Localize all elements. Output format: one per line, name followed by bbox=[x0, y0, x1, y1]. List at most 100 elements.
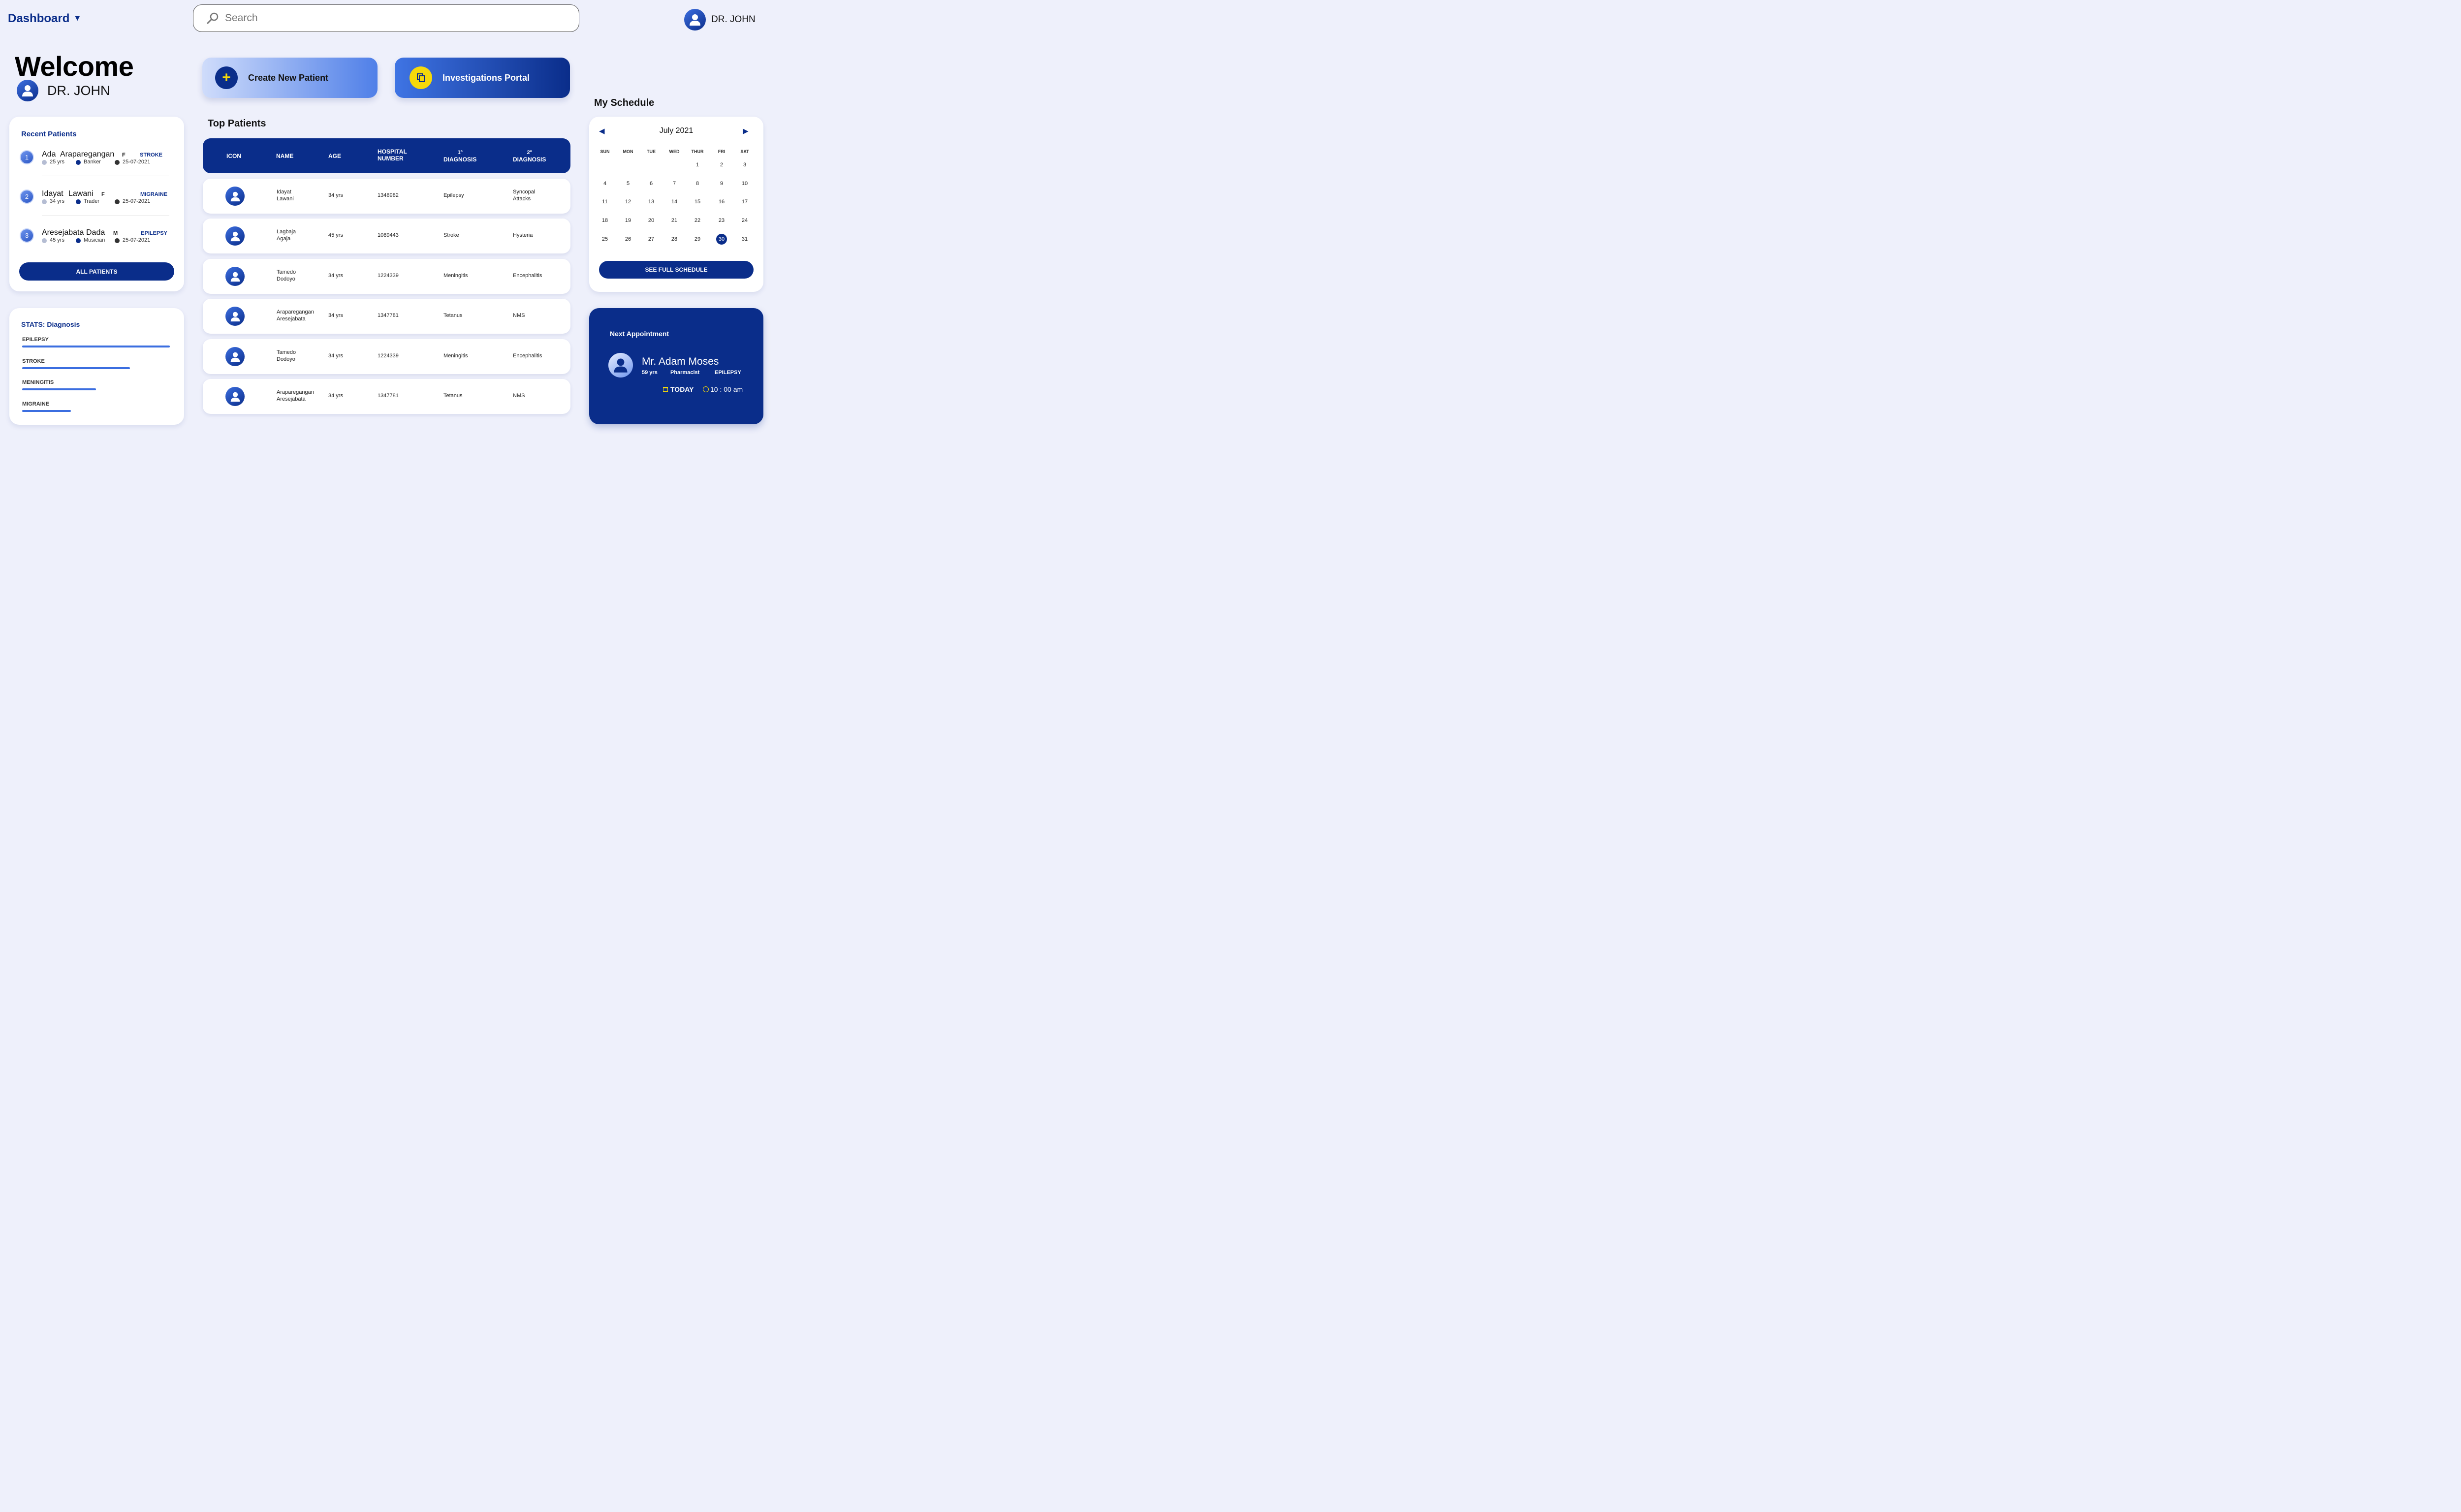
next-appointment-card[interactable]: Next Appointment Mr. Adam Moses 59 yrs P… bbox=[589, 308, 763, 424]
user-icon bbox=[614, 358, 628, 373]
investigations-portal-button[interactable]: Investigations Portal bbox=[395, 58, 570, 98]
date-dot bbox=[115, 199, 120, 204]
create-patient-button[interactable]: + Create New Patient bbox=[202, 58, 378, 98]
patient-first-name: Idayat bbox=[42, 189, 63, 198]
user-icon bbox=[230, 231, 240, 241]
all-patients-button[interactable]: ALL PATIENTS bbox=[19, 262, 174, 281]
avatar bbox=[17, 80, 38, 101]
user-icon bbox=[230, 392, 240, 402]
calendar-day[interactable]: 7 bbox=[667, 178, 681, 189]
avatar bbox=[608, 353, 633, 378]
calendar-day[interactable]: 13 bbox=[644, 196, 658, 207]
col-diagnosis-1: 1º DIAGNOSIS bbox=[443, 149, 476, 163]
weekday-header: SAT bbox=[740, 149, 749, 154]
patient-sex: F bbox=[101, 191, 105, 197]
calendar-day[interactable]: 11 bbox=[598, 196, 612, 207]
calendar-day[interactable]: 12 bbox=[621, 196, 635, 207]
patient-job: Musician bbox=[84, 237, 105, 243]
age-dot bbox=[42, 160, 47, 165]
calendar-day[interactable]: 1 bbox=[691, 159, 704, 170]
col-diagnosis-1-line2: DIAGNOSIS bbox=[443, 156, 477, 163]
calendar-day[interactable]: 26 bbox=[621, 234, 635, 245]
cell-hospital-number: 1224339 bbox=[378, 353, 399, 359]
cell-diagnosis-2: NMS bbox=[513, 393, 525, 399]
cell-hospital-number: 1347781 bbox=[378, 393, 399, 399]
patient-date: 25-07-2021 bbox=[123, 237, 151, 243]
calendar-day[interactable]: 15 bbox=[691, 196, 704, 207]
cell-age: 34 yrs bbox=[328, 393, 343, 399]
calendar-day[interactable]: 21 bbox=[667, 215, 681, 226]
cell-name-last: Aresejabata bbox=[277, 316, 306, 322]
calendar-day[interactable]: 17 bbox=[738, 196, 752, 207]
dashboard-title: Dashboard bbox=[8, 12, 70, 25]
avatar bbox=[225, 267, 245, 286]
plus-icon: + bbox=[215, 66, 238, 89]
calendar-day[interactable]: 4 bbox=[598, 178, 612, 189]
calendar-day[interactable]: 23 bbox=[715, 215, 728, 226]
age-dot bbox=[42, 238, 47, 243]
avatar bbox=[225, 347, 245, 366]
calendar-day[interactable]: 2 bbox=[715, 159, 728, 170]
search-input[interactable] bbox=[225, 12, 560, 24]
schedule-title: My Schedule bbox=[594, 97, 655, 108]
calendar-day-selected[interactable]: 30 bbox=[716, 234, 727, 245]
stat-label: STROKE bbox=[22, 358, 45, 364]
col-icon: ICON bbox=[226, 153, 241, 159]
cell-diagnosis-2-line2: Attacks bbox=[513, 196, 531, 202]
user-icon bbox=[22, 85, 33, 96]
investigations-label: Investigations Portal bbox=[442, 72, 530, 83]
calendar-day[interactable]: 24 bbox=[738, 215, 752, 226]
stat-label: MIGRAINE bbox=[22, 401, 49, 407]
user-icon bbox=[230, 272, 240, 282]
create-patient-label: Create New Patient bbox=[248, 72, 329, 83]
calendar-day[interactable]: 28 bbox=[667, 234, 681, 245]
top-patients-title: Top Patients bbox=[208, 118, 266, 129]
recent-patients-title: Recent Patients bbox=[21, 130, 77, 138]
avatar bbox=[225, 387, 245, 406]
copy-icon bbox=[410, 66, 432, 89]
calendar-day[interactable]: 27 bbox=[644, 234, 658, 245]
calendar-day[interactable]: 18 bbox=[598, 215, 612, 226]
appointment-diagnosis: EPILEPSY bbox=[715, 370, 741, 376]
cell-name-last: Dodoyo bbox=[277, 356, 295, 362]
user-menu[interactable]: DR. JOHN bbox=[684, 9, 756, 31]
calendar-day[interactable]: 10 bbox=[738, 178, 752, 189]
next-month-icon[interactable]: ▶ bbox=[743, 126, 749, 135]
weekday-header: SUN bbox=[600, 149, 610, 154]
calendar-day[interactable]: 31 bbox=[738, 234, 752, 245]
dashboard-menu[interactable]: Dashboard ▼ bbox=[8, 12, 81, 26]
avatar bbox=[225, 187, 245, 206]
search-icon bbox=[206, 12, 219, 25]
calendar-day[interactable]: 19 bbox=[621, 215, 635, 226]
calendar-day[interactable]: 3 bbox=[738, 159, 752, 170]
patient-number-badge: 1 bbox=[20, 150, 34, 164]
patient-age: 25 yrs bbox=[50, 159, 64, 165]
see-full-schedule-button[interactable]: SEE FULL SCHEDULE bbox=[599, 261, 754, 279]
search-bar[interactable] bbox=[193, 4, 579, 32]
calendar-day[interactable]: 14 bbox=[667, 196, 681, 207]
cell-age: 34 yrs bbox=[328, 192, 343, 198]
date-dot bbox=[115, 238, 120, 243]
calendar-day[interactable]: 22 bbox=[691, 215, 704, 226]
calendar-day[interactable]: 29 bbox=[691, 234, 704, 245]
col-hospital-line1: HOSPITAL bbox=[378, 148, 407, 155]
col-age: AGE bbox=[328, 153, 342, 159]
stat-bar bbox=[22, 388, 96, 390]
patient-date: 25-07-2021 bbox=[123, 198, 151, 204]
col-hospital-line2: NUMBER bbox=[378, 155, 404, 162]
job-dot bbox=[76, 160, 81, 165]
patient-first-name: Ada bbox=[42, 150, 56, 158]
calendar-day[interactable]: 9 bbox=[715, 178, 728, 189]
patient-diagnosis: MIGRAINE bbox=[140, 191, 167, 197]
calendar-day[interactable]: 8 bbox=[691, 178, 704, 189]
age-dot bbox=[42, 199, 47, 204]
calendar-day[interactable]: 25 bbox=[598, 234, 612, 245]
cell-age: 34 yrs bbox=[328, 273, 343, 279]
cell-diagnosis-1: Meningitis bbox=[443, 273, 468, 279]
calendar-day[interactable]: 6 bbox=[644, 178, 658, 189]
col-diagnosis-2: 2º DIAGNOSIS bbox=[513, 149, 546, 163]
calendar-day[interactable]: 5 bbox=[621, 178, 635, 189]
calendar-day[interactable]: 20 bbox=[644, 215, 658, 226]
cell-name-first: Araparegangan bbox=[277, 309, 314, 315]
calendar-day[interactable]: 16 bbox=[715, 196, 728, 207]
